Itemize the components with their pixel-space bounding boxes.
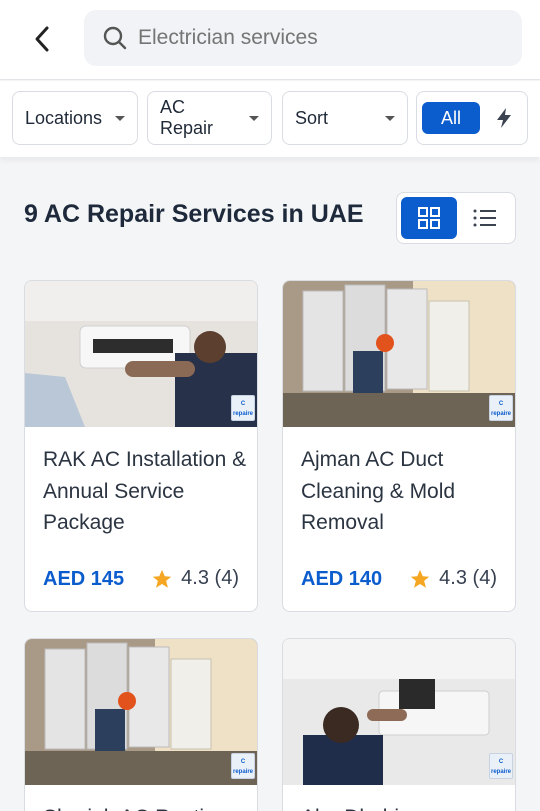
- review-count: (4): [472, 567, 497, 589]
- service-photo: Crepaire: [283, 639, 515, 785]
- search-box[interactable]: [84, 10, 522, 66]
- chevron-left-icon: [35, 26, 49, 52]
- grid-view-icon: [418, 207, 440, 229]
- filter-bar: Locations AC Repair Sort All: [0, 81, 540, 157]
- partner-badge: Crepaire: [231, 753, 255, 779]
- service-card[interactable]: Crepaire RAK AC Installation & Annual Se…: [24, 280, 258, 612]
- service-price: AED 140: [301, 568, 383, 590]
- search-input[interactable]: [138, 26, 498, 50]
- top-bar: [0, 0, 540, 80]
- locations-label: Locations: [25, 107, 103, 128]
- service-name: RAK AC Installation & Annual Service Pac…: [43, 448, 247, 534]
- list-view-button[interactable]: [459, 197, 511, 239]
- results-title: 9 AC Repair Services in UAE: [24, 200, 364, 228]
- bolt-button[interactable]: [485, 102, 523, 134]
- service-card[interactable]: Crepaire Ajman AC Duct Cleaning & Mold R…: [282, 280, 516, 612]
- rating-value: 4.3: [439, 567, 467, 589]
- service-name: Ajman AC Duct Cleaning & Mold Removal: [301, 448, 456, 534]
- service-photo: Crepaire: [283, 281, 515, 427]
- bolt-icon: [497, 108, 511, 128]
- category-dropdown[interactable]: AC Repair: [147, 91, 272, 145]
- service-card[interactable]: Crepaire Sharjah AC Routine: [24, 638, 258, 811]
- star-icon: [153, 569, 172, 588]
- partner-badge: Crepaire: [231, 395, 255, 421]
- caret-down-icon: [385, 115, 395, 121]
- service-price: AED 145: [43, 568, 125, 590]
- search-icon: [102, 25, 128, 51]
- caret-down-icon: [115, 115, 125, 121]
- partner-badge: Crepaire: [489, 395, 513, 421]
- service-photo: Crepaire: [25, 281, 257, 427]
- category-label: AC Repair: [160, 97, 214, 138]
- star-icon: [411, 569, 430, 588]
- back-button[interactable]: [26, 22, 60, 56]
- service-rating: 4.3 (4): [151, 567, 239, 590]
- review-count: (4): [214, 567, 239, 589]
- rating-value: 4.3: [181, 567, 209, 589]
- service-card[interactable]: Crepaire Abu Dhabi: [282, 638, 516, 811]
- all-button[interactable]: All: [422, 102, 480, 134]
- list-view-icon: [473, 209, 496, 227]
- caret-down-icon: [249, 115, 259, 121]
- sort-label: Sort: [295, 107, 329, 128]
- grid-view-button[interactable]: [401, 197, 457, 239]
- partner-badge: Crepaire: [489, 753, 513, 779]
- service-rating: 4.3 (4): [409, 567, 497, 590]
- type-toggle: All: [416, 91, 528, 145]
- locations-dropdown[interactable]: Locations: [12, 91, 138, 145]
- sort-dropdown[interactable]: Sort: [282, 91, 408, 145]
- service-photo: Crepaire: [25, 639, 257, 785]
- service-name: Abu Dhabi: [301, 802, 505, 811]
- view-toggle: [396, 192, 516, 244]
- service-name: Sharjah AC Routine: [43, 802, 247, 811]
